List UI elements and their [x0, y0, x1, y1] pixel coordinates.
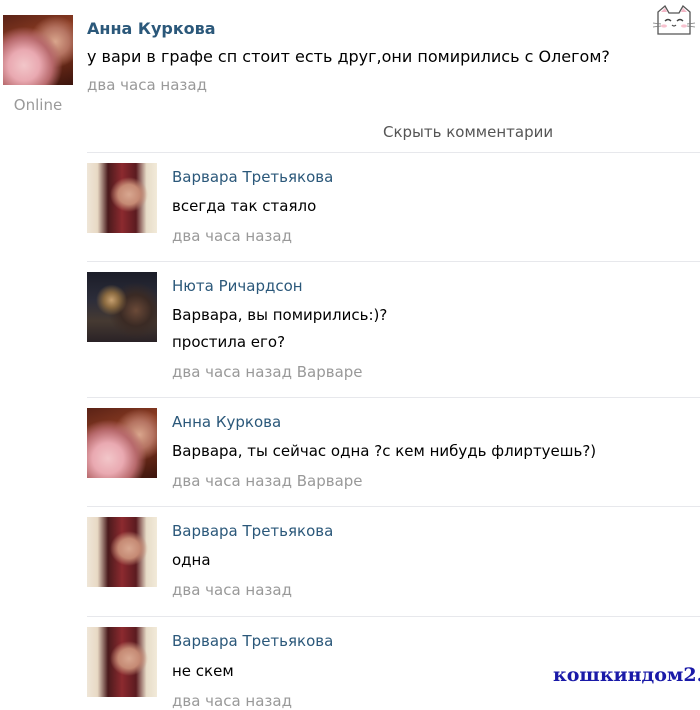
comment-author-avatar[interactable]: [87, 517, 157, 587]
comment-item: Анна Куркова Варвара, ты сейчас одна ?с …: [0, 397, 700, 506]
hide-comments-link[interactable]: Скрыть комментарии: [383, 123, 553, 141]
comment-author-avatar[interactable]: [87, 163, 157, 233]
main-post: Online Анна Куркова у вари в графе сп ст…: [0, 0, 700, 150]
comment-author-avatar[interactable]: [87, 272, 157, 342]
comment-timestamp[interactable]: два часа назад Варваре: [172, 363, 363, 381]
comment-text: Варвара, ты сейчас одна ?с кем нибудь фл…: [172, 442, 597, 460]
comment-text: Варвара, вы помирились:)?: [172, 306, 388, 324]
comment-timestamp[interactable]: два часа назад: [172, 227, 292, 245]
comment-text: одна: [172, 551, 211, 569]
comment-author-name[interactable]: Варвара Третьякова: [172, 168, 333, 186]
cat-face-icon: [652, 4, 696, 35]
comment-author-name[interactable]: Варвара Третьякова: [172, 632, 333, 650]
comment-author-avatar[interactable]: [87, 408, 157, 478]
comment-item: Варвара Третьякова всегда так стаяло два…: [0, 152, 700, 261]
post-text: у вари в графе сп стоит есть друг,они по…: [87, 47, 610, 66]
comment-item: Варвара Третьякова одна два часа назад: [0, 506, 700, 616]
comment-author-name[interactable]: Нюта Ричардсон: [172, 277, 303, 295]
comment-item: Нюта Ричардсон Варвара, вы помирились:)?…: [0, 261, 700, 397]
site-watermark: кошкиндом2.рф: [553, 664, 700, 686]
post-author-name[interactable]: Анна Куркова: [87, 19, 216, 38]
comment-text: не скем: [172, 662, 234, 680]
comment-author-name[interactable]: Варвара Третьякова: [172, 522, 333, 540]
post-timestamp[interactable]: два часа назад: [87, 76, 207, 94]
comment-timestamp[interactable]: два часа назад: [172, 692, 292, 710]
post-author-avatar[interactable]: [3, 15, 73, 85]
comment-item: Варвара Третьякова не скем два часа наза…: [0, 616, 700, 710]
comment-timestamp[interactable]: два часа назад: [172, 581, 292, 599]
online-status: Online: [13, 96, 63, 114]
comment-text-line: простила его?: [172, 333, 286, 351]
comment-text: всегда так стаяло: [172, 197, 317, 215]
comment-author-name[interactable]: Анна Куркова: [172, 413, 281, 431]
comment-author-avatar[interactable]: [87, 627, 157, 697]
comment-timestamp[interactable]: два часа назад Варваре: [172, 472, 363, 490]
